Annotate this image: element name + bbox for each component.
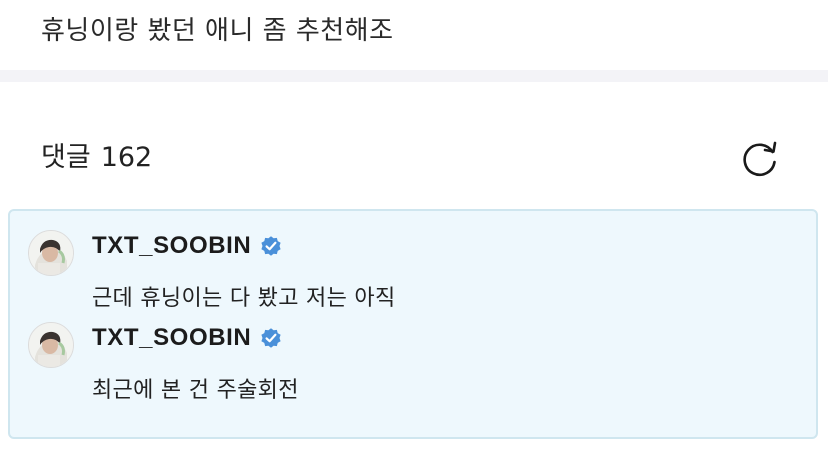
avatar-photo-icon bbox=[29, 323, 73, 367]
author-row: TXT_SOOBIN bbox=[92, 232, 283, 260]
section-divider bbox=[0, 70, 828, 82]
avatar-photo-icon bbox=[29, 231, 73, 275]
comments-label: 댓글 bbox=[41, 142, 91, 173]
author-name[interactable]: TXT_SOOBIN bbox=[92, 232, 251, 260]
verified-badge-icon bbox=[261, 328, 281, 348]
comment-text: 최근에 본 건 주술회전 bbox=[92, 378, 299, 403]
avatar[interactable] bbox=[28, 322, 74, 368]
verified-badge-icon bbox=[261, 236, 281, 256]
refresh-button[interactable] bbox=[738, 138, 782, 180]
avatar[interactable] bbox=[28, 230, 74, 276]
comments-count: 162 bbox=[100, 142, 153, 173]
comments-header: 댓글 162 bbox=[41, 138, 152, 178]
post-title: 휴닝이랑 봤던 애니 좀 추천해조 bbox=[41, 16, 394, 46]
author-name[interactable]: TXT_SOOBIN bbox=[92, 324, 251, 352]
author-row: TXT_SOOBIN bbox=[92, 324, 283, 352]
refresh-icon bbox=[743, 141, 777, 177]
comments-box: TXT_SOOBIN 근데 휴닝이는 다 봤고 저는 아직 TXT_SOOBIN bbox=[8, 209, 818, 439]
comment-text: 근데 휴닝이는 다 봤고 저는 아직 bbox=[92, 286, 396, 311]
